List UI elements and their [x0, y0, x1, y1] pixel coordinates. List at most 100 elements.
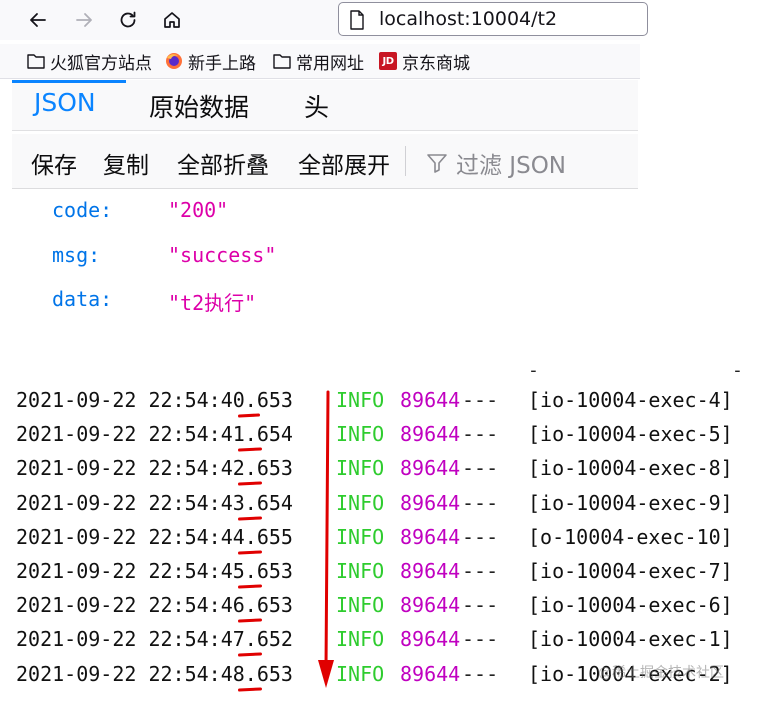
log-pid: 89644	[400, 388, 461, 412]
json-viewer-tabs: JSON 原始数据 头	[12, 80, 638, 131]
log-level: INFO	[336, 456, 385, 481]
seconds-underline-annotation	[237, 481, 263, 487]
log-thread: [o-10004-exec-10]	[528, 524, 733, 549]
log-timestamp: 2021-09-22 22:54:44.655	[16, 524, 293, 549]
reload-button[interactable]	[114, 6, 142, 34]
folder-icon	[26, 51, 46, 71]
json-key: msg:	[52, 243, 101, 267]
bookmark-getting-started[interactable]: 新手上路	[164, 49, 256, 74]
json-value: "success"	[168, 243, 277, 267]
log-thread: [io-10004-exec-5]	[528, 422, 733, 447]
log-level: INFO	[336, 388, 385, 412]
home-button[interactable]	[158, 6, 186, 34]
log-pid: 89644	[400, 559, 461, 583]
log-level: INFO	[336, 593, 385, 618]
jd-icon: JD	[378, 51, 398, 71]
log-level: INFO	[336, 627, 385, 652]
forward-button[interactable]	[70, 6, 98, 34]
down-arrow-annotation	[318, 390, 334, 688]
bookmarks-toolbar: 火狐官方站点 新手上路 常用网址 JD 京东商城	[0, 44, 640, 79]
bookmark-label: 新手上路	[188, 53, 256, 74]
log-separator: ---	[462, 388, 499, 412]
json-key: code:	[52, 198, 113, 222]
tab-json[interactable]: JSON	[34, 88, 96, 117]
log-thread: [io-10004-exec-1]	[528, 627, 733, 652]
bookmark-firefox-official[interactable]: 火狐官方站点	[26, 49, 152, 74]
back-arrow-icon	[30, 13, 46, 27]
log-thread: [io-10004-exec-6]	[528, 593, 733, 618]
log-separator: ---	[462, 661, 499, 686]
log-timestamp: 2021-09-22 22:54:48.653	[16, 661, 293, 686]
json-value: "t2执行"	[168, 291, 257, 315]
log-level: INFO	[336, 422, 385, 447]
log-thread: [io-10004-exec-4]	[528, 388, 733, 412]
seconds-underline-annotation	[237, 413, 261, 418]
log-separator: ---	[462, 524, 499, 549]
toolbar-divider	[405, 146, 406, 176]
log-top-mark: -	[528, 360, 539, 381]
log-timestamp: 2021-09-22 22:54:47.652	[16, 627, 293, 652]
back-button[interactable]	[24, 6, 52, 34]
log-top-mark: -	[732, 360, 743, 381]
log-timestamp: 2021-09-22 22:54:42.653	[16, 456, 293, 481]
tab-headers[interactable]: 头	[304, 88, 329, 124]
json-toolbar: 保存 复制 全部折叠 全部展开 过滤 JSON	[12, 134, 638, 189]
seconds-underline-annotation	[237, 652, 263, 658]
log-separator: ---	[462, 422, 499, 447]
log-pid: 89644	[400, 422, 461, 447]
seconds-underline-annotation	[237, 686, 263, 692]
forward-arrow-icon	[76, 13, 92, 27]
log-pid: 89644	[400, 661, 461, 686]
watermark: @稀土掘金技术社区	[598, 665, 724, 681]
page-icon	[350, 10, 364, 30]
save-button[interactable]: 保存	[31, 146, 77, 180]
expand-all-button[interactable]: 全部展开	[298, 146, 390, 180]
address-bar[interactable]: localhost:10004/t2	[338, 2, 648, 36]
log-thread: [io-10004-exec-9]	[528, 490, 733, 515]
navigation-toolbar: localhost:10004/t2	[0, 0, 648, 40]
log-separator: ---	[462, 456, 499, 481]
log-thread: [io-10004-exec-8]	[528, 456, 733, 481]
log-timestamp: 2021-09-22 22:54:43.654	[16, 490, 293, 515]
bookmark-label: 常用网址	[296, 53, 364, 74]
seconds-underline-annotation	[237, 584, 263, 589]
log-separator: ---	[462, 490, 499, 515]
bookmark-label: 京东商城	[402, 53, 470, 74]
log-level: INFO	[336, 559, 385, 583]
log-timestamp: 2021-09-22 22:54:40.653	[16, 388, 293, 412]
filter-json-input[interactable]: 过滤 JSON	[426, 146, 566, 180]
folder-icon	[272, 51, 292, 71]
seconds-underline-annotation	[237, 550, 263, 555]
log-level: INFO	[336, 490, 385, 515]
log-pid: 89644	[400, 524, 461, 549]
reload-icon	[120, 11, 136, 28]
log-pid: 89644	[400, 627, 461, 652]
jd-icon-text: JD	[379, 52, 397, 70]
filter-icon	[427, 154, 447, 173]
log-thread: [io-10004-exec-7]	[528, 559, 733, 583]
log-level: INFO	[336, 661, 385, 686]
seconds-underline-annotation	[237, 618, 263, 623]
filter-placeholder: 过滤 JSON	[456, 153, 567, 179]
log-separator: ---	[462, 627, 499, 652]
json-value: "200"	[168, 198, 229, 222]
json-key: data:	[52, 287, 113, 311]
seconds-underline-annotation	[237, 447, 263, 452]
log-timestamp: 2021-09-22 22:54:41.654	[16, 422, 293, 447]
copy-button[interactable]: 复制	[103, 146, 149, 180]
log-timestamp: 2021-09-22 22:54:46.653	[16, 593, 293, 618]
home-icon	[164, 12, 180, 28]
log-pid: 89644	[400, 593, 461, 618]
collapse-all-button[interactable]: 全部折叠	[177, 146, 269, 180]
bookmark-jd-mall[interactable]: JD 京东商城	[378, 49, 470, 74]
seconds-underline-annotation	[237, 515, 263, 521]
active-tab-indicator	[12, 80, 126, 83]
tab-raw-data[interactable]: 原始数据	[149, 88, 249, 124]
log-separator: ---	[462, 593, 499, 618]
url-text: localhost:10004/t2	[379, 8, 558, 30]
bookmark-label: 火狐官方站点	[50, 53, 152, 74]
log-separator: ---	[462, 559, 499, 583]
log-timestamp: 2021-09-22 22:54:45.653	[16, 559, 293, 583]
firefox-icon	[164, 51, 184, 71]
bookmark-common-sites[interactable]: 常用网址	[272, 49, 364, 74]
